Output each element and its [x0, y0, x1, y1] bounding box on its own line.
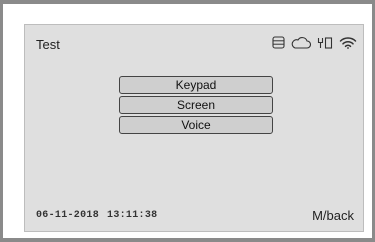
cloud-icon: [291, 36, 311, 49]
page-title: Test: [36, 37, 60, 52]
date-label: 06-11-2018: [36, 210, 100, 221]
menu-item-keypad[interactable]: Keypad: [119, 76, 273, 94]
database-icon: [272, 36, 285, 49]
back-hint[interactable]: M/back: [312, 208, 354, 223]
usb-icon: [317, 36, 333, 49]
datetime: 06-11-2018 13:11:38: [36, 210, 157, 221]
menu-item-voice[interactable]: Voice: [119, 116, 273, 134]
menu-item-screen[interactable]: Screen: [119, 96, 273, 114]
test-menu: Keypad Screen Voice: [119, 76, 273, 136]
status-bar: [272, 36, 357, 49]
device-screen: Test Keypad Screen Voice 06-11-2018 13:1…: [24, 24, 364, 232]
time-label: 13:11:38: [107, 210, 158, 221]
wifi-icon: [339, 36, 357, 49]
